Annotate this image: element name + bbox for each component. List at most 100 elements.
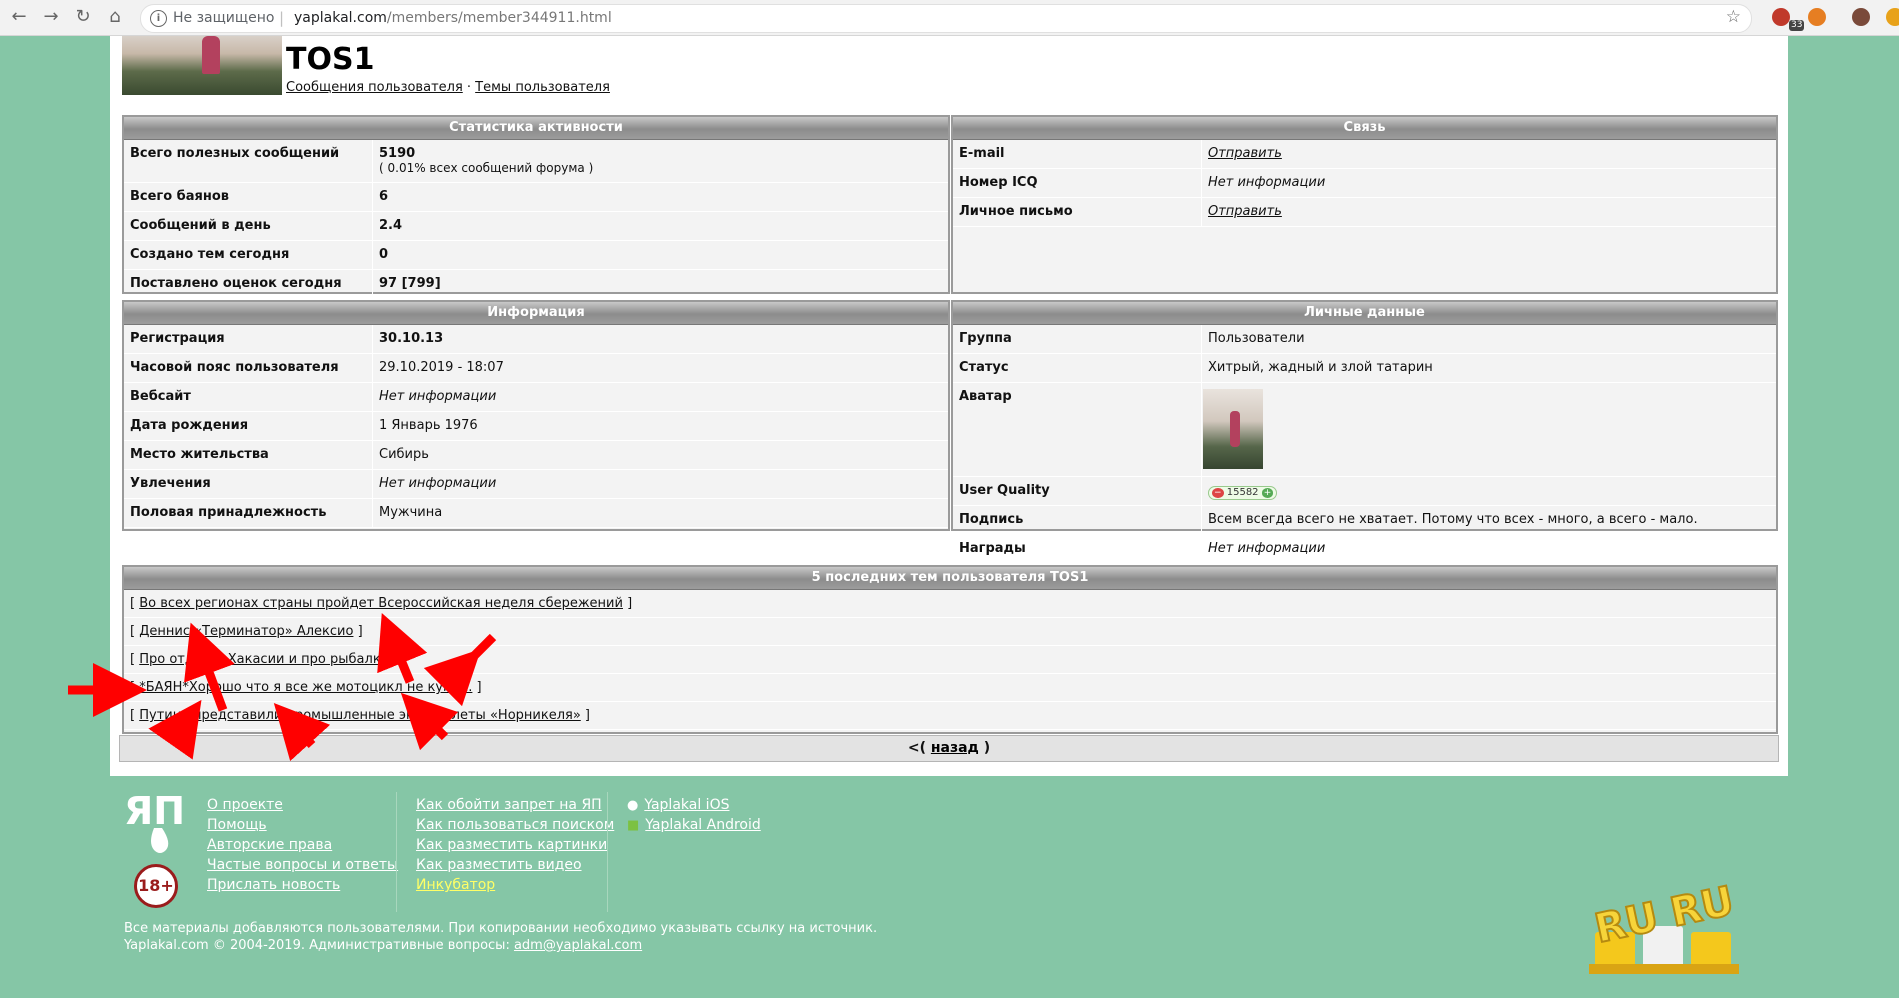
footer-link[interactable]: Помощь bbox=[207, 817, 267, 833]
back-link[interactable]: назад bbox=[931, 740, 979, 756]
home-icon[interactable]: ⌂ bbox=[104, 6, 126, 28]
incubator-link[interactable]: Инкубатор bbox=[416, 877, 495, 893]
back-icon[interactable]: ← bbox=[8, 6, 30, 28]
yaplakal-logo[interactable]: ЯП bbox=[124, 788, 192, 858]
user-posts-link[interactable]: Сообщения пользователя bbox=[286, 80, 463, 95]
back-bar: <( назад ) bbox=[119, 735, 1779, 762]
list-item: [ Деннис «Терминатор» Алексио ] bbox=[124, 618, 1776, 646]
row-label: Личное письмо bbox=[959, 204, 1073, 219]
row-value: 6 bbox=[379, 189, 389, 204]
row-subvalue: ( 0.01% всех сообщений форума ) bbox=[379, 161, 594, 175]
table-row: Номер ICQ Нет информации bbox=[953, 169, 1776, 198]
table-row: E-mail Отправить bbox=[953, 140, 1776, 169]
footer-divider bbox=[607, 792, 608, 912]
row-label: Создано тем сегодня bbox=[130, 247, 290, 262]
row-value: Нет информации bbox=[1208, 541, 1326, 556]
footer-col-about: О проекте Помощь Авторские права Частые … bbox=[207, 795, 398, 895]
table-row: User Quality − 15582 + bbox=[953, 477, 1776, 506]
footer-link[interactable]: Прислать новость bbox=[207, 877, 340, 893]
extension-icon[interactable] bbox=[1772, 8, 1790, 26]
topic-link[interactable]: Во всех регионах страны пройдет Всеросси… bbox=[139, 596, 623, 611]
table-row: Сообщений в день 2.4 bbox=[124, 212, 948, 241]
list-item: [ Во всех регионах страны пройдет Всерос… bbox=[124, 590, 1776, 618]
topics-title: 5 последних тем пользователя TOS1 bbox=[124, 567, 1776, 590]
apple-icon: ● bbox=[627, 798, 639, 813]
copyright: Все материалы добавляются пользователями… bbox=[124, 920, 877, 954]
forward-icon[interactable]: → bbox=[40, 6, 62, 28]
table-row: Вебсайт Нет информации bbox=[124, 383, 948, 412]
list-item: [ Про отдых в Хакасии и про рыбалку ] bbox=[124, 646, 1776, 674]
pm-send-link[interactable]: Отправить bbox=[1208, 204, 1282, 219]
table-row: Дата рождения 1 Январь 1976 bbox=[124, 412, 948, 441]
footer-link[interactable]: Как пользоваться поиском bbox=[416, 817, 614, 833]
bracket: [ bbox=[130, 708, 140, 723]
bracket: [ bbox=[130, 624, 140, 639]
row-value: 29.10.2019 - 18:07 bbox=[379, 360, 504, 375]
row-value: Хитрый, жадный и злой татарин bbox=[1208, 360, 1433, 375]
avatar bbox=[1203, 389, 1263, 469]
row-label: Поставлено оценок сегодня bbox=[130, 276, 342, 291]
age-rating-badge: 18+ bbox=[134, 864, 178, 908]
row-value: 5190 bbox=[379, 146, 416, 161]
info-panel: Информация Регистрация 30.10.13 Часовой п… bbox=[122, 300, 950, 531]
table-row: Часовой пояс пользователя 29.10.2019 - 18… bbox=[124, 354, 948, 383]
bracket: ] bbox=[580, 708, 590, 723]
url-text[interactable]: yaplakal.com/members/member344911.html bbox=[294, 10, 612, 26]
email-send-link[interactable]: Отправить bbox=[1208, 146, 1282, 161]
topic-link[interactable]: Путину представили промышленные экзоскел… bbox=[139, 708, 581, 723]
user-topics-link[interactable]: Темы пользователя bbox=[475, 80, 610, 95]
bracket: ] bbox=[622, 596, 633, 611]
rate-minus-icon[interactable]: − bbox=[1212, 488, 1224, 498]
topic-link[interactable]: Деннис «Терминатор» Алексио bbox=[139, 624, 353, 639]
bracket: [ bbox=[130, 680, 140, 695]
footer-link[interactable]: Частые вопросы и ответы bbox=[207, 857, 398, 873]
footer-link[interactable]: Как обойти запрет на ЯП bbox=[416, 797, 602, 813]
rate-plus-icon[interactable]: + bbox=[1261, 488, 1274, 498]
reload-icon[interactable]: ↻ bbox=[72, 6, 94, 28]
extension-icon-2[interactable] bbox=[1886, 8, 1899, 26]
table-row: Награды Нет информации bbox=[953, 535, 1776, 564]
row-value: Нет информации bbox=[379, 389, 497, 404]
table-row: Регистрация 30.10.13 bbox=[124, 325, 948, 354]
ios-app-link[interactable]: Yaplakal iOS bbox=[644, 797, 729, 813]
stats-title: Статистика активности bbox=[124, 117, 948, 140]
row-label: User Quality bbox=[959, 483, 1050, 498]
admin-email-link[interactable]: adm@yaplakal.com bbox=[514, 938, 642, 953]
android-app-link[interactable]: Yaplakal Android bbox=[645, 817, 760, 833]
topic-link[interactable]: *БАЯН*Хорошо что я все же мотоцикл не ку… bbox=[139, 680, 472, 695]
address-separator: | bbox=[279, 9, 285, 27]
fire-extension-icon[interactable] bbox=[1808, 8, 1826, 26]
row-label: Аватар bbox=[959, 389, 1012, 404]
row-label: Сообщений в день bbox=[130, 218, 271, 233]
footer-link[interactable]: Как разместить видео bbox=[416, 857, 582, 873]
url-domain: yaplakal.com bbox=[294, 10, 387, 26]
table-row: Всего баянов 6 bbox=[124, 183, 948, 212]
back-suffix: ) bbox=[978, 740, 991, 756]
table-row: Поставлено оценок сегодня 97 [799] bbox=[124, 270, 948, 299]
contact-panel: Связь E-mail Отправить Номер ICQ Нет инф… bbox=[951, 115, 1778, 294]
row-label: Всего баянов bbox=[130, 189, 230, 204]
bookmark-star-icon[interactable]: ☆ bbox=[1726, 7, 1741, 27]
url-path: /members/member344911.html bbox=[386, 10, 612, 26]
address-bar[interactable]: i Не защищено | yaplakal.com/members/mem… bbox=[140, 4, 1752, 33]
row-label: Номер ICQ bbox=[959, 175, 1038, 190]
info-icon[interactable]: i bbox=[150, 10, 167, 27]
row-value: 30.10.13 bbox=[379, 331, 444, 346]
back-prefix: <( bbox=[907, 740, 931, 756]
topic-link[interactable]: Про отдых в Хакасии и про рыбалку bbox=[139, 652, 388, 667]
footer-link[interactable]: Как разместить картинки bbox=[416, 837, 607, 853]
row-label: Половая принадлежность bbox=[130, 505, 327, 520]
contact-title: Связь bbox=[953, 117, 1776, 140]
row-label: Дата рождения bbox=[130, 418, 249, 433]
row-value: Нет информации bbox=[379, 476, 497, 491]
table-row: Личное письмо Отправить bbox=[953, 198, 1776, 227]
footer-link[interactable]: О проекте bbox=[207, 797, 283, 813]
user-quality-badge: − 15582 + bbox=[1208, 486, 1278, 500]
ruru-logo[interactable]: RU RU bbox=[1585, 870, 1765, 980]
user-quality-value: 15582 bbox=[1226, 487, 1259, 498]
footer-link[interactable]: Авторские права bbox=[207, 837, 332, 853]
topics-panel: 5 последних тем пользователя TOS1 [ Во в… bbox=[122, 565, 1778, 734]
profile-avatar-icon[interactable] bbox=[1852, 8, 1870, 26]
row-value: Сибирь bbox=[379, 447, 429, 462]
row-label: Увлечения bbox=[130, 476, 211, 491]
